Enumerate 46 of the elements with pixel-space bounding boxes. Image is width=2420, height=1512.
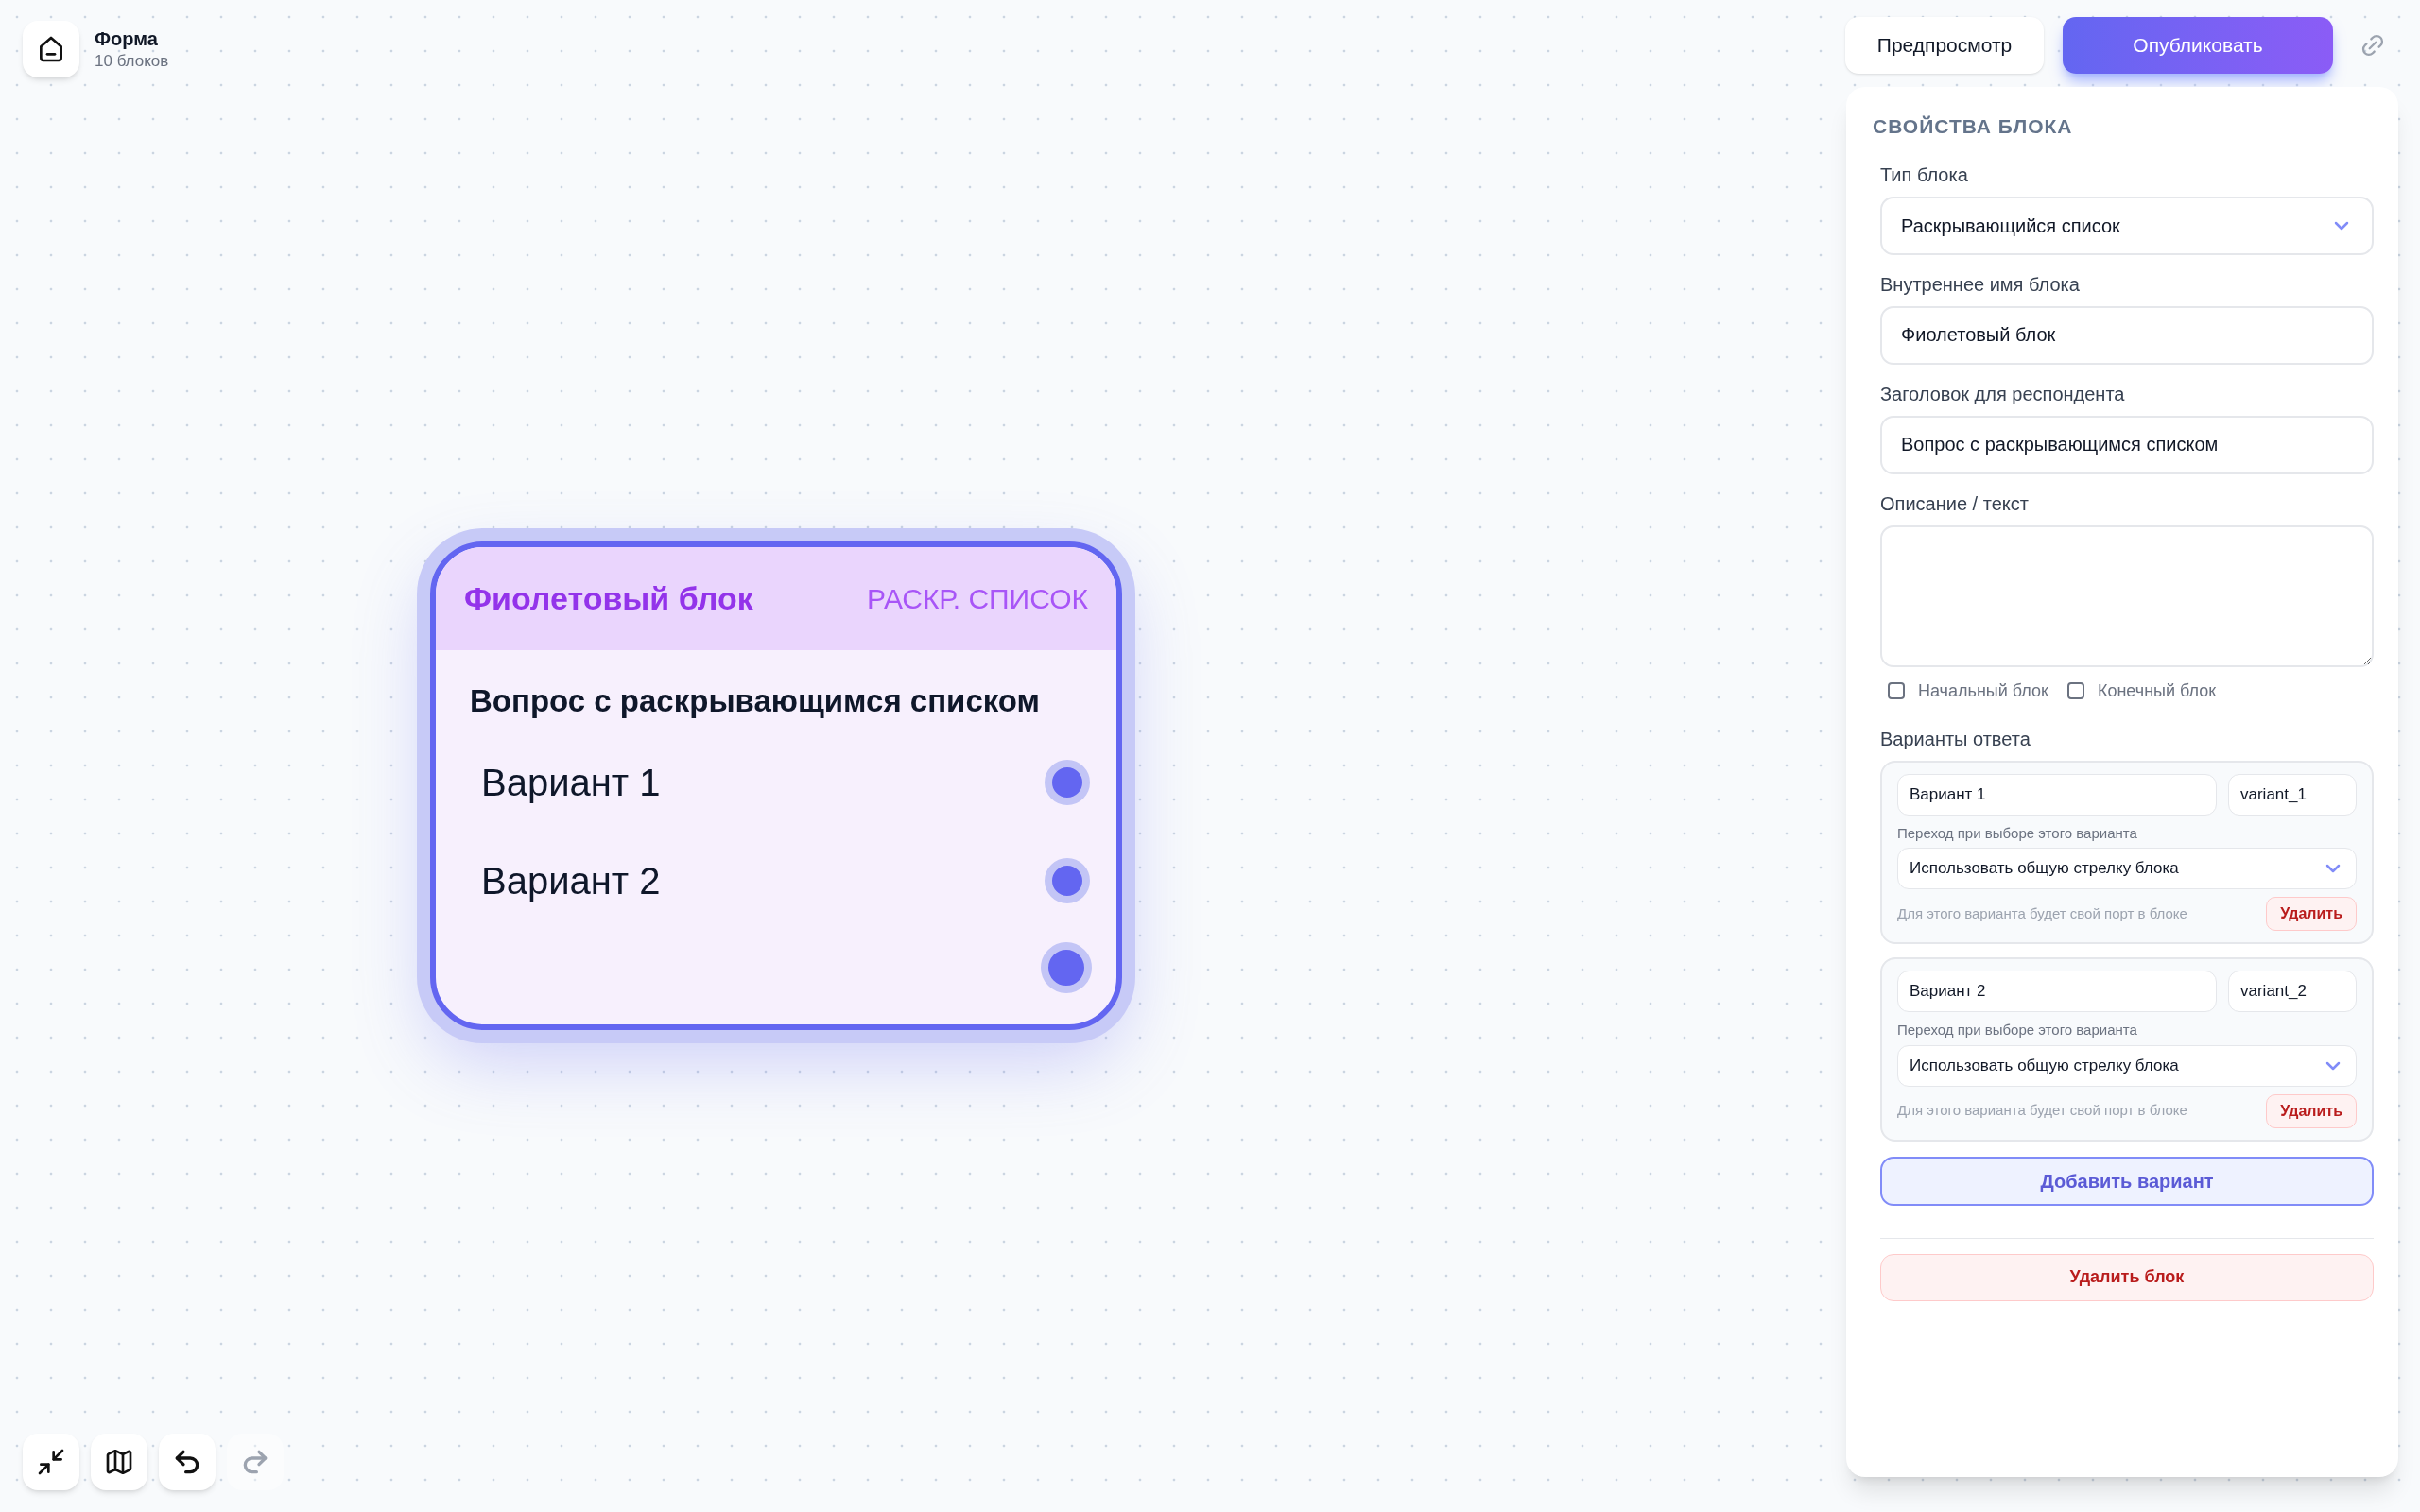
text-field[interactable]: Фиолетовый блок: [1880, 305, 2374, 365]
delete-block-button[interactable]: Удалить блок: [1880, 1253, 2374, 1301]
field-label: Заголовок для респондента: [1880, 382, 2126, 406]
block-count: 10 блоков: [95, 51, 169, 72]
transition-select[interactable]: Использовать общую стрелку блока: [1897, 1044, 2357, 1087]
field-label: Внутреннее имя блока: [1880, 272, 2081, 297]
node-title: Фиолетовый блок: [464, 579, 753, 618]
collapse-icon: [36, 1447, 66, 1477]
checkbox-label: Конечный блок: [2097, 679, 2217, 702]
node-option: Вариант 2: [481, 852, 661, 909]
checkbox[interactable]: [2066, 682, 2084, 699]
panel-heading: СВОЙСТВА БЛОКА: [1873, 114, 2074, 139]
variant-hint: Для этого варианта будет свой порт в блоке: [1897, 1101, 2187, 1121]
description-field[interactable]: [1880, 524, 2374, 667]
block-type-select[interactable]: Раскрывающийся список: [1880, 196, 2374, 255]
transition-label: Переход при выборе этого варианта: [1897, 1021, 2138, 1040]
text-field[interactable]: Вопрос с раскрывающимся списком: [1880, 415, 2374, 474]
node-option: Вариант 1: [481, 754, 661, 811]
preview-button[interactable]: Предпросмотр: [1845, 17, 2044, 74]
transition-label: Переход при выборе этого варианта: [1897, 823, 2138, 843]
variant-key-field[interactable]: variant_2: [2228, 971, 2357, 1012]
node-type: РАСКР. СПИСОК: [866, 582, 1088, 616]
transition-select[interactable]: Использовать общую стрелку блока: [1897, 848, 2357, 889]
option-port[interactable]: [1045, 760, 1090, 805]
home-button[interactable]: [23, 21, 79, 77]
checkbox[interactable]: [1888, 682, 1905, 699]
default-port[interactable]: [1041, 942, 1092, 993]
publish-button[interactable]: Опубликовать: [2063, 17, 2333, 74]
delete-variant-button[interactable]: Удалить: [2266, 1093, 2357, 1128]
field-label: Тип блока: [1880, 163, 1969, 187]
add-variant-button[interactable]: Добавить вариант: [1880, 1156, 2374, 1206]
delete-variant-button[interactable]: Удалить: [2266, 897, 2357, 931]
toolbar-button[interactable]: [91, 1434, 147, 1490]
toolbar-button[interactable]: [159, 1434, 216, 1490]
variant-label-field[interactable]: Вариант 2: [1897, 971, 2217, 1012]
form-title: Форма: [95, 27, 159, 51]
toolbar-button[interactable]: [23, 1434, 79, 1490]
option-port[interactable]: [1045, 858, 1090, 903]
node-question: Вопрос с раскрывающимся списком: [470, 682, 1040, 720]
variant-key-field[interactable]: variant_1: [2228, 773, 2357, 816]
map-icon: [104, 1447, 134, 1477]
checkbox-label: Начальный блок: [1918, 679, 2048, 702]
answers-label: Варианты ответа: [1880, 727, 2031, 751]
variant-label-field[interactable]: Вариант 1: [1897, 773, 2217, 816]
variant-hint: Для этого варианта будет свой порт в блоке: [1897, 903, 2187, 923]
field-label: Описание / текст: [1880, 491, 2030, 516]
